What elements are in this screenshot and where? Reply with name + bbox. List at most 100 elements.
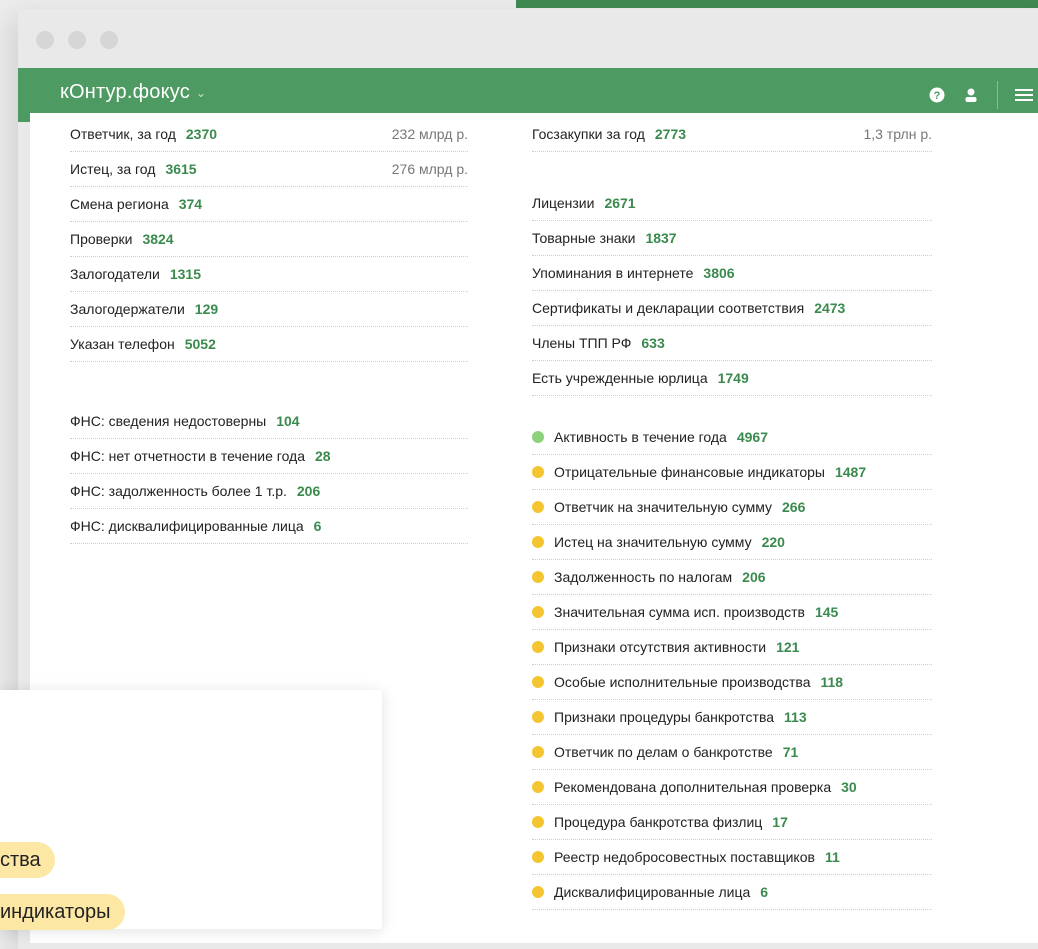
filter-count[interactable]: 4967 [737,429,768,445]
overlay-pill: индикаторы [0,894,125,930]
window-maximize-dot[interactable] [100,31,118,49]
filter-count[interactable]: 113 [784,709,807,725]
filter-row[interactable]: Реестр недобросовестных поставщиков 11 [532,840,932,875]
left-column: Ответчик, за год 2370 232 млрд р. Истец, за… [70,117,468,544]
filter-count[interactable]: 6 [314,518,322,534]
filter-row[interactable]: Смена региона 374 [70,187,468,222]
filter-count[interactable]: 6 [760,884,768,900]
filter-count[interactable]: 633 [641,335,664,351]
filter-count[interactable]: 145 [815,604,838,620]
window-close-dot[interactable] [36,31,54,49]
right-group-licenses: Лицензии 2671 Товарные знаки 1837 Упоминания… [532,186,932,396]
user-icon[interactable] [959,83,983,107]
filter-count[interactable]: 266 [782,499,805,515]
filter-count[interactable]: 17 [772,814,788,830]
filter-count[interactable]: 2671 [604,195,635,211]
filter-count[interactable]: 3615 [165,161,196,177]
filter-row[interactable]: Госзакупки за год 2773 1,3 трлн р. [532,117,932,152]
filter-amount: 232 млрд р. [391,126,468,142]
filter-count[interactable]: 220 [762,534,785,550]
filter-count[interactable]: 5052 [185,336,216,352]
filter-row[interactable]: Признаки отсутствия активности 121 [532,630,932,665]
filter-count[interactable]: 206 [742,569,765,585]
filter-row[interactable]: Процедура банкротства физлиц 17 [532,805,932,840]
status-dot-yellow [532,886,544,898]
filter-row[interactable]: Залогодержатели 129 [70,292,468,327]
right-group-indicators: Активность в течение года 4967 Отрицательн… [532,420,932,910]
filter-row[interactable]: Ответчик, за год 2370 232 млрд р. [70,117,468,152]
filter-count[interactable]: 1315 [170,266,201,282]
filter-label: Признаки процедуры банкротства [554,709,775,725]
status-dot-yellow [532,676,544,688]
filter-count[interactable]: 2473 [814,300,845,316]
filter-count[interactable]: 118 [821,674,844,690]
filter-label: Отрицательные финансовые индикаторы [554,464,825,480]
filter-count[interactable]: 11 [825,849,840,865]
filter-row[interactable]: Упоминания в интернете 3806 [532,256,932,291]
filter-row[interactable]: Залогодатели 1315 [70,257,468,292]
filter-count[interactable]: 374 [179,196,202,212]
filter-amount: 276 млрд р. [391,161,468,177]
filter-count[interactable]: 104 [276,413,299,429]
chevron-down-icon[interactable]: ⌄ [196,86,206,100]
filter-row[interactable]: ФНС: сведения недостоверны 104 [70,404,468,439]
filter-label: Товарные знаки [532,230,636,246]
filter-row[interactable]: Члены ТПП РФ 633 [532,326,932,361]
filter-row[interactable]: ФНС: задолженность более 1 т.р. 206 [70,474,468,509]
filter-label: ФНС: задолженность более 1 т.р. [70,483,287,499]
filter-row[interactable]: Активность в течение года 4967 [532,420,932,455]
filter-count[interactable]: 30 [841,779,857,795]
filter-row[interactable]: Признаки процедуры банкротства 113 [532,700,932,735]
filter-count[interactable]: 28 [315,448,331,464]
filter-label: Указан телефон [70,336,175,352]
help-icon[interactable]: ? [925,83,949,107]
top-accent-strip [516,0,1038,8]
filter-count[interactable]: 1487 [835,464,866,480]
filter-count[interactable]: 3806 [703,265,734,281]
filter-label: ФНС: дисквалифицированные лица [70,518,304,534]
filter-row[interactable]: Проверки 3824 [70,222,468,257]
filter-count[interactable]: 3824 [142,231,173,247]
menu-icon[interactable] [1012,83,1036,107]
filter-row[interactable]: Значительная сумма исп. производств 145 [532,595,932,630]
filter-label: Проверки [70,231,133,247]
filter-row[interactable]: Ответчик на значительную сумму 266 [532,490,932,525]
filter-count[interactable]: 129 [195,301,218,317]
filter-row[interactable]: ФНС: дисквалифицированные лица 6 [70,509,468,544]
filter-row[interactable]: Указан телефон 5052 [70,327,468,362]
filter-count[interactable]: 121 [776,639,799,655]
filter-row[interactable]: Есть учрежденные юрлица 1749 [532,361,932,396]
filter-count[interactable]: 1749 [718,370,749,386]
filter-row[interactable]: Особые исполнительные производства 118 [532,665,932,700]
filter-label: Залогодатели [70,266,160,282]
status-dot-green [532,431,544,443]
filter-label: Особые исполнительные производства [554,674,811,690]
app-logo[interactable]: кОнтур.фокус ⌄ [60,81,206,104]
filter-row[interactable]: ФНС: нет отчетности в течение года 28 [70,439,468,474]
filter-count[interactable]: 1837 [645,230,676,246]
filter-label: Процедура банкротства физлиц [554,814,763,830]
filter-row[interactable]: Ответчик по делам о банкротстве 71 [532,735,932,770]
filter-count[interactable]: 2370 [186,126,217,142]
filter-row[interactable]: Истец на значительную сумму 220 [532,525,932,560]
filter-row[interactable]: Истец, за год 3615 276 млрд р. [70,152,468,187]
filter-label: Значительная сумма исп. производств [554,604,805,620]
status-dot-yellow [532,816,544,828]
filter-row[interactable]: Товарные знаки 1837 [532,221,932,256]
filter-count[interactable]: 71 [783,744,799,760]
filter-row[interactable]: Задолженность по налогам 206 [532,560,932,595]
window-minimize-dot[interactable] [68,31,86,49]
filter-count[interactable]: 206 [297,483,320,499]
filter-label: Активность в течение года [554,429,727,445]
filter-label: Реестр недобросовестных поставщиков [554,849,815,865]
navbar-divider [997,81,998,109]
filter-amount: 1,3 трлн р. [863,126,932,142]
filter-label: Ответчик по делам о банкротстве [554,744,773,760]
filter-row[interactable]: Дисквалифицированные лица 6 [532,875,932,910]
filter-row[interactable]: Рекомендована дополнительная проверка 30 [532,770,932,805]
filter-row[interactable]: Лицензии 2671 [532,186,932,221]
filter-row[interactable]: Отрицательные финансовые индикаторы 1487 [532,455,932,490]
filter-row[interactable]: Сертификаты и декларации соответствия 247… [532,291,932,326]
filter-count[interactable]: 2773 [655,126,686,142]
filter-label: ФНС: сведения недостоверны [70,413,267,429]
